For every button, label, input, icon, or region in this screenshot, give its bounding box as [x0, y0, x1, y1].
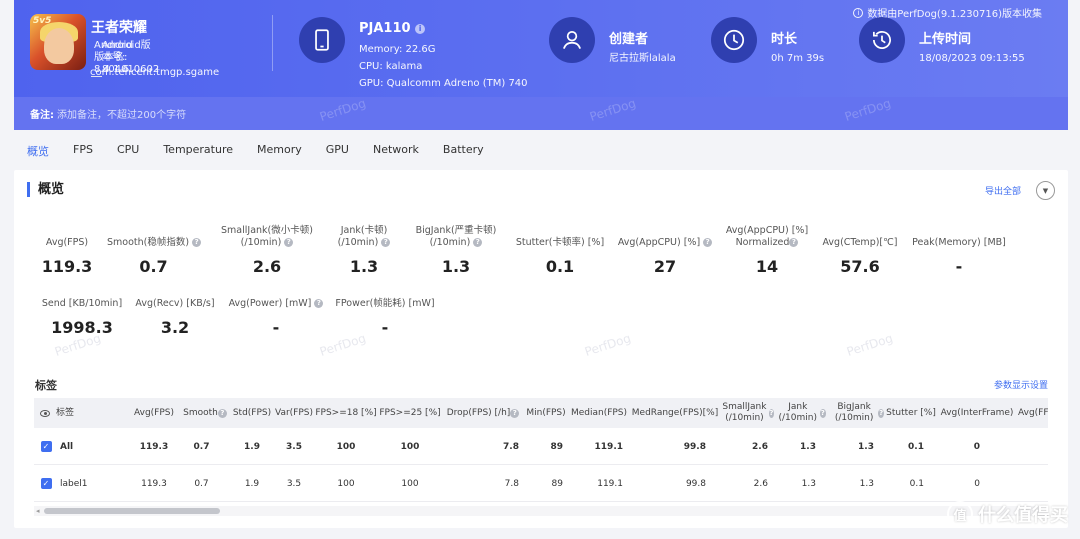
- col-avg-fps[interactable]: Avg(FPS): [129, 398, 179, 428]
- metric-avg-appcpu: Avg(AppCPU) [%] ? 27: [614, 237, 716, 276]
- chevron-down-icon: ▼: [1042, 186, 1049, 195]
- col-min-fps[interactable]: Min(FPS): [523, 398, 569, 428]
- history-icon: [859, 17, 905, 63]
- tab-memory[interactable]: Memory: [257, 143, 302, 163]
- overview-card: 概览 导出全部 ▼ Avg(FPS) 119.3 Smooth(稳帧指数) ? …: [14, 170, 1068, 528]
- col-stutter[interactable]: Stutter [%]: [886, 398, 936, 428]
- remark-bar[interactable]: 备注: 添加备注，不超过200个字符: [14, 97, 1068, 130]
- app-icon-badge: 5v5: [33, 16, 52, 26]
- tab-bar: 概览 FPS CPU Temperature Memory GPU Networ…: [27, 143, 508, 163]
- upload-value: 18/08/2023 09:13:55: [919, 53, 1025, 64]
- watermark: PerfDog: [583, 330, 633, 360]
- zhi-logo-icon: 值: [947, 501, 973, 527]
- help-icon[interactable]: ?: [217, 408, 227, 418]
- device-info-icon[interactable]: i: [415, 23, 426, 34]
- help-icon[interactable]: ?: [789, 238, 799, 247]
- col-std-fps[interactable]: Std(FPS): [231, 398, 273, 428]
- row-checkbox[interactable]: ✓: [39, 428, 53, 465]
- eye-icon[interactable]: [36, 398, 54, 428]
- user-icon: [549, 17, 595, 63]
- tags-table: 标签 Avg(FPS) Smooth? Std(FPS) Var(FPS) FP…: [34, 398, 1048, 516]
- col-smalljank[interactable]: SmallJank (/10min)?: [720, 398, 774, 428]
- help-icon[interactable]: ?: [314, 299, 324, 308]
- help-icon[interactable]: ?: [768, 408, 774, 418]
- scrollbar-thumb[interactable]: [44, 508, 220, 514]
- help-icon[interactable]: ?: [878, 408, 884, 418]
- metric-jank: Jank(卡顿) (/10min) ? 1.3: [326, 225, 402, 276]
- col-avg-ff[interactable]: Avg(FF: [1018, 398, 1048, 428]
- remark-label: 备注:: [30, 110, 54, 121]
- table-row[interactable]: ✓ All 119.3 0.7 1.9 3.5 100 100 7.8 89 1…: [34, 428, 1048, 465]
- tab-cpu[interactable]: CPU: [117, 143, 139, 163]
- clock-icon: [711, 17, 757, 63]
- app-package: com.tencent.tmgp.sgame: [90, 67, 220, 78]
- tab-temperature[interactable]: Temperature: [163, 143, 233, 163]
- col-fps25[interactable]: FPS>=25 [%]: [379, 398, 441, 428]
- col-medrange-fps[interactable]: MedRange(FPS)[%]: [630, 398, 720, 428]
- check-icon: ✓: [40, 441, 52, 452]
- collapse-button[interactable]: ▼: [1036, 181, 1055, 200]
- metric-avg-appcpu-normalized: Avg(AppCPU) [%] Normalized? 14: [725, 225, 809, 276]
- creator-value: 尼古拉斯lalala: [609, 53, 676, 64]
- duration-value: 0h 7m 39s: [771, 53, 825, 64]
- help-icon[interactable]: ?: [381, 238, 391, 247]
- tab-network[interactable]: Network: [373, 143, 419, 163]
- metric-avg-fps: Avg(FPS) 119.3: [41, 237, 93, 276]
- table-row[interactable]: ✓ label1 119.3 0.7 1.9 3.5 100 100 7.8 8…: [34, 465, 1048, 502]
- watermark: PerfDog: [845, 330, 895, 360]
- help-icon[interactable]: ?: [703, 238, 713, 247]
- col-var-fps[interactable]: Var(FPS): [273, 398, 315, 428]
- tab-gpu[interactable]: GPU: [326, 143, 349, 163]
- help-icon[interactable]: ?: [510, 408, 520, 418]
- horizontal-scrollbar[interactable]: ◂: [34, 506, 1048, 516]
- col-median-fps[interactable]: Median(FPS): [569, 398, 629, 428]
- help-icon[interactable]: ?: [284, 238, 294, 247]
- param-settings-link[interactable]: 参数显示设置: [994, 378, 1048, 391]
- metric-avg-power: Avg(Power) [mW] ? -: [226, 298, 326, 337]
- app-name: 王者荣耀: [91, 20, 147, 36]
- col-tag: 标签: [56, 407, 75, 418]
- check-icon: ✓: [40, 478, 52, 489]
- col-smooth[interactable]: Smooth?: [179, 398, 231, 428]
- tab-battery[interactable]: Battery: [443, 143, 484, 163]
- help-icon[interactable]: ?: [192, 238, 202, 247]
- duration-title: 时长: [771, 32, 798, 47]
- device-specs: Memory: 22.6G CPU: kalama GPU: Qualcomm …: [359, 44, 528, 89]
- remark-input[interactable]: 添加备注，不超过200个字符: [57, 106, 186, 121]
- col-fps18[interactable]: FPS>=18 [%]: [315, 398, 377, 428]
- help-icon[interactable]: ?: [819, 408, 826, 418]
- metric-bigjank: BigJank(严重卡顿) (/10min) ? 1.3: [415, 225, 497, 276]
- metric-fpower: FPower(帧能耗) [mW] -: [335, 298, 435, 337]
- col-avg-interframe[interactable]: Avg(InterFrame): [938, 398, 1016, 428]
- metric-peak-memory: Peak(Memory) [MB] -: [912, 237, 1006, 276]
- site-watermark-logo: 值 什么值得买: [947, 501, 1068, 527]
- export-all-link[interactable]: 导出全部: [985, 184, 1021, 197]
- table-header: 标签 Avg(FPS) Smooth? Std(FPS) Var(FPS) FP…: [34, 398, 1048, 428]
- scroll-left-icon[interactable]: ◂: [36, 507, 40, 515]
- row-checkbox[interactable]: ✓: [39, 465, 53, 502]
- metric-stutter: Stutter(卡顿率) [%] 0.1: [515, 237, 605, 276]
- tab-overview[interactable]: 概览: [27, 143, 49, 163]
- upload-title: 上传时间: [919, 32, 972, 47]
- device-name: PJA110 i: [359, 21, 426, 36]
- help-icon[interactable]: ?: [473, 238, 483, 247]
- metric-smalljank: SmallJank(微小卡顿) (/10min) ? 2.6: [221, 225, 313, 276]
- creator-title: 创建者: [609, 32, 649, 47]
- app-icon: 5v5: [30, 14, 86, 70]
- col-jank[interactable]: Jank (/10min)?: [776, 398, 826, 428]
- metric-avg-ctemp: Avg(CTemp)[℃] 57.6: [822, 237, 898, 276]
- section-title: 概览: [27, 182, 64, 197]
- metric-avg-recv: Avg(Recv) [KB/s] 3.2: [135, 298, 215, 337]
- info-icon: i: [853, 7, 864, 18]
- tab-fps[interactable]: FPS: [73, 143, 93, 163]
- col-bigjank[interactable]: BigJank (/10min)?: [830, 398, 884, 428]
- tags-title: 标签: [35, 379, 57, 392]
- metric-smooth: Smooth(稳帧指数) ? 0.7: [107, 237, 202, 276]
- phone-icon: [299, 17, 345, 63]
- metric-send: Send [KB/10min] 1998.3: [41, 298, 123, 337]
- col-drop-fps[interactable]: Drop(FPS) [/h]?: [443, 398, 523, 428]
- report-header: i 数据由PerfDog(9.1.230716)版本收集 5v5 王者荣耀 An…: [14, 0, 1068, 130]
- divider: [272, 15, 273, 71]
